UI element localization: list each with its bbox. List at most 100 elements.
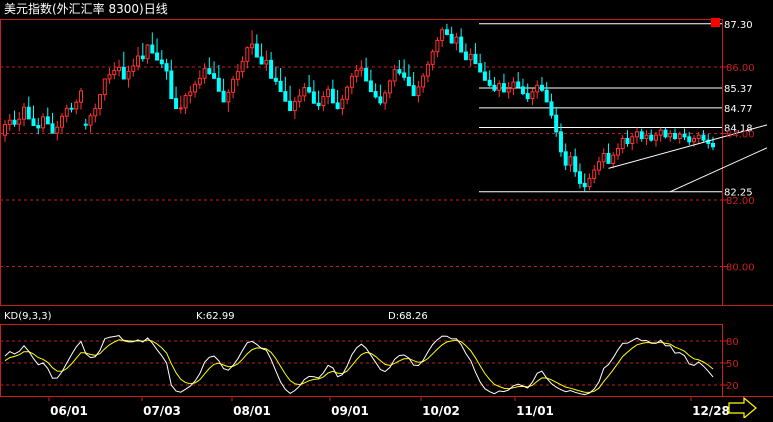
candle-body — [373, 91, 378, 98]
candle-body — [634, 131, 639, 138]
candle-body — [321, 96, 326, 107]
candle-body — [254, 43, 259, 58]
candle-body — [22, 106, 27, 120]
candle-body — [221, 90, 226, 103]
candle-body — [696, 134, 701, 139]
candle-body — [297, 95, 302, 103]
candle-body — [440, 29, 445, 41]
candle-body — [79, 90, 84, 103]
candle-body — [596, 161, 601, 171]
chart-window: 87.30 85.37 84.77 84.18 82.25 86.00 84.00 82.0… — [0, 0, 773, 420]
candle-body — [701, 134, 706, 141]
candle-body — [421, 75, 426, 88]
candle-body — [554, 114, 559, 133]
kd-d-value: D:68.26 — [388, 311, 428, 322]
candle-body — [406, 76, 411, 87]
candle-body — [235, 71, 240, 80]
candle-body — [525, 93, 530, 100]
price-tick-label: 86.00 — [726, 63, 755, 74]
price-level-label: 85.37 — [724, 84, 753, 95]
candle-body — [482, 71, 487, 81]
candle-body — [3, 124, 7, 136]
candle-body — [193, 83, 198, 93]
candle-body — [259, 56, 264, 65]
candle-body — [69, 107, 74, 110]
candle-body — [345, 86, 350, 100]
candle-body — [64, 107, 69, 117]
candle-body — [102, 78, 107, 96]
candle-body — [292, 101, 297, 112]
candle-body — [387, 80, 392, 94]
candle-body — [520, 86, 525, 95]
candle-body — [202, 68, 207, 79]
time-tick-label: 12/28 — [692, 404, 730, 418]
candle-body — [17, 118, 22, 125]
candle-body — [444, 29, 449, 35]
candle-body — [677, 133, 682, 139]
candle-body — [83, 123, 88, 126]
candle-body — [682, 133, 687, 138]
candle-body — [501, 83, 506, 93]
candle-body — [31, 118, 36, 127]
candle-body — [231, 78, 236, 93]
candle-body — [663, 129, 668, 138]
candle-body — [430, 51, 435, 65]
candle-body — [188, 91, 193, 97]
candle-body — [88, 115, 93, 126]
candle-body — [402, 72, 407, 78]
price-level-label: 84.77 — [724, 104, 753, 115]
kd-tick-label: 50 — [726, 359, 739, 370]
chart-canvas: 87.3085.3784.7784.1882.25 86.0084.0082.0… — [0, 0, 773, 420]
candle-body — [463, 51, 468, 61]
candle-body — [340, 98, 345, 110]
kd-tick-label: 20 — [726, 381, 739, 392]
candle-body — [516, 81, 521, 88]
candle-body — [364, 67, 369, 82]
candle-body — [601, 152, 606, 163]
candle-body — [492, 84, 497, 91]
candle-body — [335, 102, 340, 110]
candle-body — [573, 156, 578, 173]
candle-body — [98, 94, 103, 110]
candle-body — [625, 137, 630, 144]
time-tick-label: 09/01 — [331, 404, 369, 418]
candle-body — [672, 133, 677, 139]
candle-body — [283, 91, 288, 102]
candle-body — [644, 134, 649, 139]
candle-body — [506, 88, 511, 93]
candle-body — [36, 125, 41, 129]
candle-body — [558, 131, 563, 153]
candle-body — [630, 136, 635, 144]
price-level-label: 87.30 — [724, 20, 753, 31]
candle-body — [269, 59, 274, 79]
candle-body — [620, 137, 625, 149]
candle-body — [454, 36, 459, 44]
candle-body — [41, 116, 46, 129]
candle-body — [326, 88, 331, 98]
candle-body — [207, 68, 212, 75]
candle-body — [288, 100, 293, 112]
candle-body — [12, 119, 17, 125]
candle-body — [592, 169, 597, 179]
candle-body — [468, 53, 473, 61]
candle-body — [307, 87, 312, 93]
candle-body — [478, 63, 483, 73]
candle-body — [131, 65, 136, 72]
candle-body — [273, 77, 278, 82]
candle-body — [392, 69, 397, 82]
candle-body — [183, 95, 188, 109]
candle-body — [530, 91, 535, 100]
candle-body — [74, 101, 79, 110]
kd-k-value: K:62.99 — [196, 311, 235, 322]
candle-body — [435, 39, 440, 53]
price-tick-label: 84.00 — [726, 130, 755, 141]
candle-body — [178, 107, 183, 110]
candle-body — [159, 59, 164, 65]
candle-body — [316, 102, 321, 107]
candle-body — [425, 63, 430, 77]
candle-body — [511, 81, 516, 90]
candle-body — [7, 119, 12, 126]
candle-body — [250, 43, 255, 49]
candle-body — [164, 63, 169, 72]
kd-tick-label: 80 — [726, 337, 739, 348]
